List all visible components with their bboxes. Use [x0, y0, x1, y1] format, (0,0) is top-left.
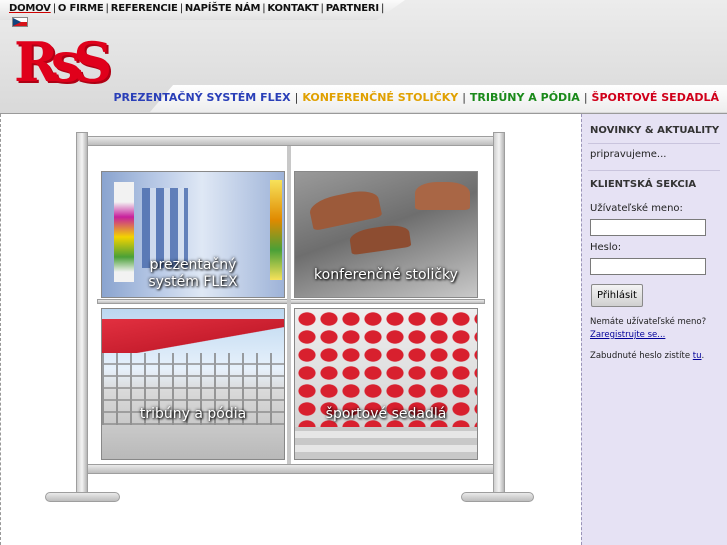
username-label: Užívateľské meno:	[590, 203, 683, 214]
forgot-password-row: Zabudnuté heslo zistíte tu.	[590, 351, 704, 361]
chair-image	[415, 182, 470, 210]
nav-link-kontakt[interactable]: KONTAKT	[267, 3, 318, 14]
sidebar: NOVINKY & AKTUALITY pripravujeme... KLIE…	[581, 114, 727, 545]
forgot-password-end: .	[701, 351, 705, 361]
rss-logo[interactable]: RsS	[14, 30, 112, 94]
nav-link-partneri[interactable]: PARTNERI	[326, 3, 379, 14]
nav-separator: |	[294, 91, 299, 104]
main-nav-flex[interactable]: PREZENTAČNÝ SYSTÉM FLEX	[114, 91, 291, 104]
login-button[interactable]: Přihlásit	[591, 284, 643, 307]
stand-bottom-rail	[79, 464, 504, 474]
grandstand-image	[102, 319, 284, 353]
password-input[interactable]	[590, 258, 706, 275]
stand-right-pole	[493, 132, 505, 494]
register-link-row: Zaregistrujte se...	[590, 330, 665, 340]
nav-separator: |	[583, 91, 588, 104]
client-section-title: KLIENTSKÁ SEKCIA	[590, 179, 697, 190]
nav-separator: |	[52, 3, 56, 14]
main-content: prezentačný systém FLEX konferenčné stol…	[0, 114, 581, 545]
nav-separator: |	[320, 3, 324, 14]
chair-image	[307, 187, 383, 231]
username-input[interactable]	[590, 219, 706, 236]
nav-separator: |	[380, 3, 385, 14]
nav-separator: |	[462, 91, 466, 104]
stand-top-rail	[79, 136, 504, 146]
site-header: DOMOV | O FIRME | REFERENCIE | NAPÍŠTE NÁM | KON…	[0, 0, 727, 114]
stand-right-foot	[461, 492, 534, 502]
news-title: NOVINKY & AKTUALITY	[590, 125, 720, 136]
stand-left-foot	[45, 492, 120, 502]
stand-left-pole	[76, 132, 88, 494]
top-nav: DOMOV | O FIRME | REFERENCIE | NAPÍŠTE NÁM | KON…	[9, 3, 386, 14]
nav-separator: |	[179, 3, 183, 14]
chair-image	[348, 222, 412, 256]
password-label: Heslo:	[590, 242, 622, 253]
panel-label-flex-line2: systém FLEX	[148, 274, 238, 290]
product-panel-sedadla[interactable]: športové sedadlá	[294, 308, 478, 460]
divider	[588, 143, 720, 144]
main-nav-tribuny[interactable]: TRIBÚNY A PÓDIA	[470, 91, 580, 104]
product-panel-flex[interactable]: prezentačný systém FLEX	[101, 171, 285, 298]
stand-center-pole	[287, 146, 291, 464]
main-nav: PREZENTAČNÝ SYSTÉM FLEX | KONFERENČNÉ STOL…	[114, 91, 720, 104]
main-nav-sedadla[interactable]: ŠPORTOVÉ SEDADLÁ	[592, 91, 719, 104]
main-nav-stolicky[interactable]: KONFERENČNÉ STOLIČKY	[302, 91, 458, 104]
register-link[interactable]: Zaregistrujte se...	[590, 330, 665, 340]
product-panel-stolicky[interactable]: konferenčné stoličky	[294, 171, 478, 298]
panel-label-sedadla: športové sedadlá	[325, 406, 447, 422]
nav-link-domov[interactable]: DOMOV	[9, 3, 51, 14]
nav-separator: |	[105, 3, 109, 14]
stand-middle-rail	[97, 299, 485, 304]
nav-link-referencie[interactable]: REFERENCIE	[111, 3, 178, 14]
display-grid-image	[142, 188, 188, 268]
forgot-password-text: Zabudnuté heslo zistíte	[590, 351, 691, 361]
panel-label-tribuny: tribúny a pódia	[139, 406, 247, 422]
forgot-password-link[interactable]: tu	[693, 351, 702, 361]
news-text: pripravujeme...	[590, 149, 667, 160]
nav-separator: |	[262, 3, 266, 14]
czech-flag-icon[interactable]	[12, 17, 28, 27]
nav-link-o-firme[interactable]: O FIRME	[58, 3, 104, 14]
product-panel-tribuny[interactable]: tribúny a pódia	[101, 308, 285, 460]
panel-label-flex-line1: prezentačný	[149, 257, 237, 273]
nav-link-napiste-nam[interactable]: NAPÍŠTE NÁM	[185, 3, 261, 14]
divider	[588, 170, 720, 171]
no-account-text: Nemáte užívateľské meno?	[590, 317, 707, 327]
panel-label-stolicky: konferenčné stoličky	[314, 267, 458, 283]
